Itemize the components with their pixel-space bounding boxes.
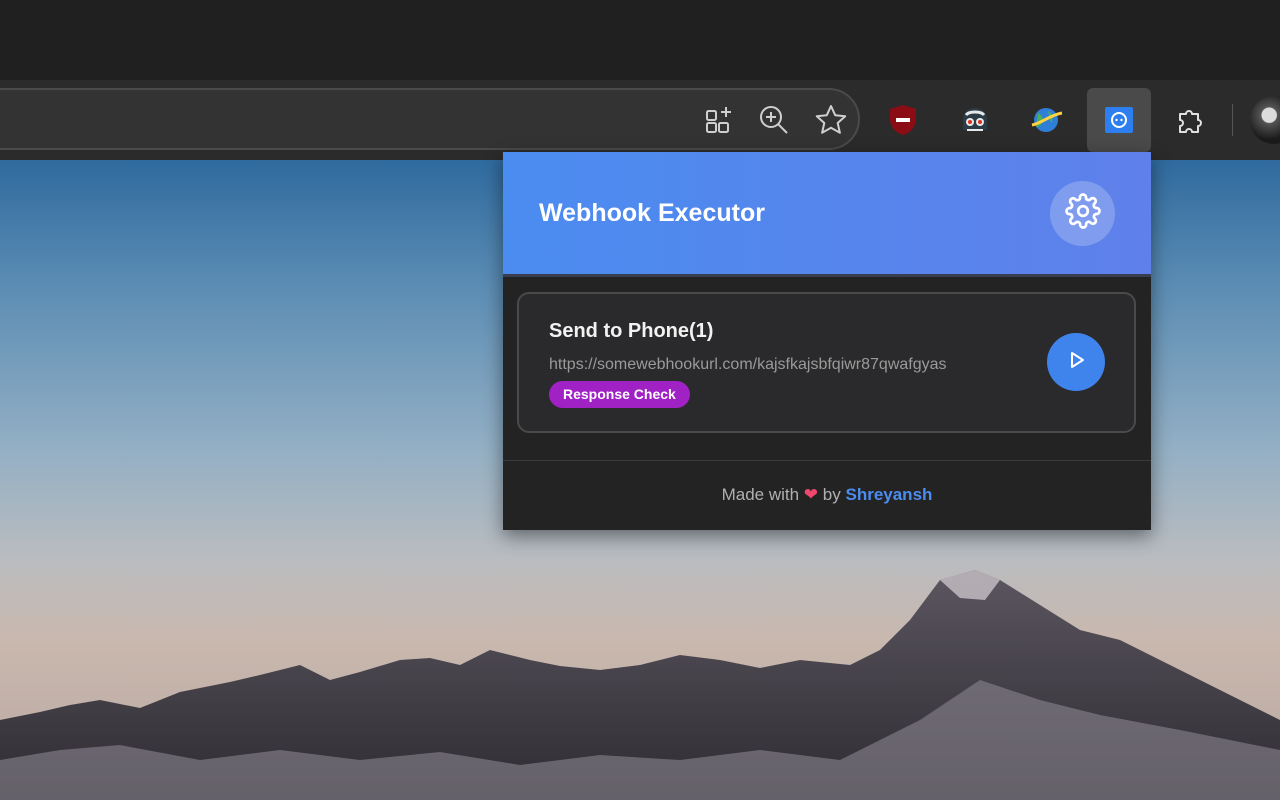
favorite-star-icon[interactable] — [811, 100, 851, 140]
settings-button[interactable] — [1050, 181, 1115, 246]
webhook-name: Send to Phone(1) — [549, 320, 714, 342]
author-link[interactable]: Shreyansh — [845, 485, 932, 504]
popup-title: Webhook Executor — [539, 199, 765, 227]
play-icon — [1063, 347, 1089, 378]
popup-header: Webhook Executor — [503, 152, 1151, 274]
webhook-extension-icon[interactable] — [1099, 100, 1139, 140]
webhook-card: Send to Phone(1) https://somewebhookurl.… — [517, 292, 1136, 433]
popup-footer: Made with ❤ by Shreyansh — [503, 485, 1151, 505]
webhook-url: https://somewebhookurl.com/kajsfkajsbfqi… — [549, 356, 947, 373]
extensions-puzzle-icon[interactable] — [1171, 100, 1211, 140]
footer-by: by — [822, 485, 841, 504]
ublock-shield-icon[interactable] — [883, 100, 923, 140]
privacy-badger-icon[interactable] — [955, 100, 995, 140]
footer-divider — [503, 460, 1151, 461]
browser-title-bar — [0, 0, 1280, 80]
execute-webhook-button[interactable] — [1047, 333, 1105, 391]
extension-popup: Webhook Executor Send to Phone(1) https:… — [503, 152, 1151, 530]
toolbar-divider — [1232, 104, 1233, 136]
footer-prefix: Made with — [721, 485, 800, 504]
apps-add-icon[interactable] — [699, 100, 739, 140]
globe-extension-icon[interactable] — [1026, 100, 1066, 140]
header-divider — [503, 274, 1151, 277]
zoom-in-icon[interactable] — [754, 100, 794, 140]
webhook-tag-badge: Response Check — [549, 381, 690, 408]
heart-icon: ❤ — [803, 485, 819, 504]
gear-icon — [1064, 193, 1101, 234]
